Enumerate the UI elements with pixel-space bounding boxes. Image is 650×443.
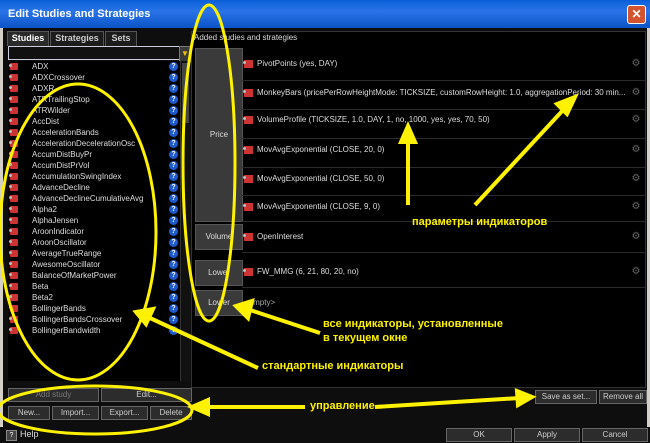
arrowhead <box>514 387 537 409</box>
annotation-installed-2: в текущем окне <box>323 332 408 344</box>
arrowhead <box>187 396 210 418</box>
arrow-control-right <box>374 396 521 409</box>
arrowhead <box>232 298 255 322</box>
highlight-ellipse-controls <box>0 384 194 436</box>
arrowhead <box>397 121 419 144</box>
highlight-ellipse-panels <box>181 3 237 323</box>
annotation-installed-1: все индикаторы, установленные <box>323 318 503 330</box>
arrow-installed <box>249 308 321 335</box>
highlight-ellipse-studies <box>0 82 158 382</box>
arrow-params-2 <box>473 106 567 207</box>
annotation-standard: стандартные индикаторы <box>262 360 404 372</box>
annotation-control: управление <box>310 400 375 412</box>
annotation-params: параметры индикаторов <box>412 216 548 228</box>
annotation-overlay <box>0 3 579 436</box>
arrow-standard <box>149 316 259 370</box>
